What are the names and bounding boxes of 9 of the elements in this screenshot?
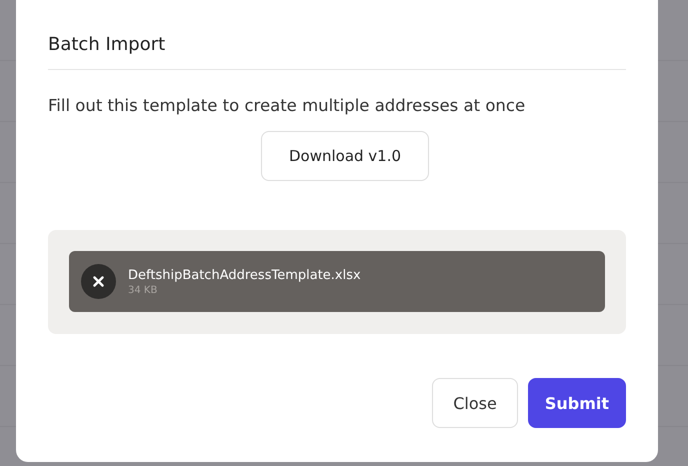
- file-name: DeftshipBatchAddressTemplate.xlsx: [128, 268, 361, 282]
- submit-button[interactable]: Submit: [528, 378, 626, 428]
- close-icon: [93, 276, 104, 287]
- close-button[interactable]: Close: [432, 378, 518, 428]
- file-size: 34 KB: [128, 284, 158, 296]
- description-text: Fill out this template to create multiple addresses at once: [48, 96, 526, 115]
- download-button[interactable]: Download v1.0: [261, 131, 429, 181]
- dialog-title: Batch Import: [48, 34, 626, 70]
- remove-file-button[interactable]: [81, 264, 116, 299]
